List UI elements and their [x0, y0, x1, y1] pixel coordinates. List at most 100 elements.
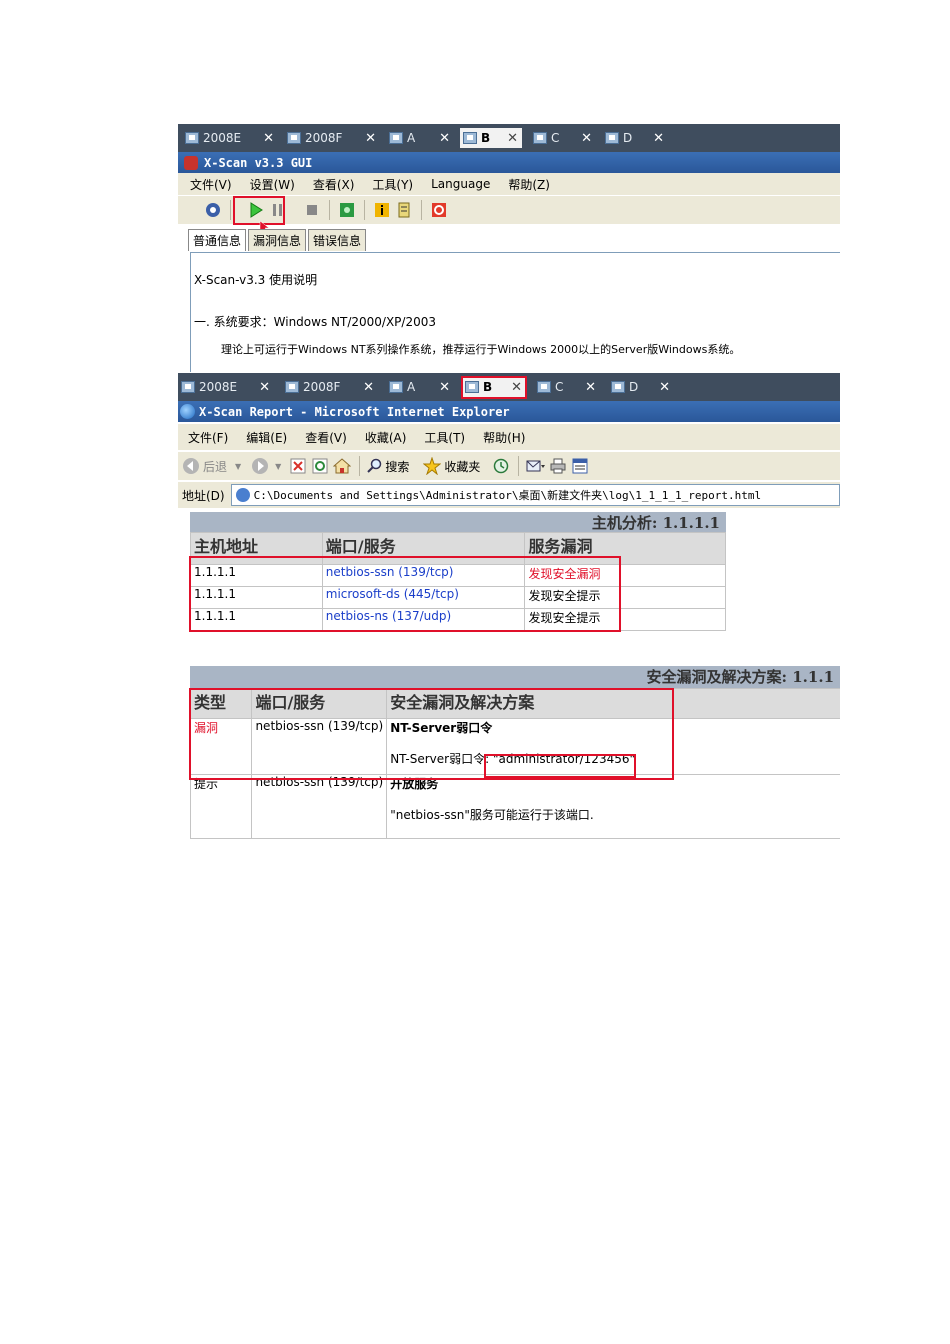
xscan-titlebar: X-Scan v3.3 GUI	[178, 152, 840, 173]
menu-language[interactable]: Language	[431, 177, 490, 191]
ie-report-screenshot: 2008E ✕ 2008F ✕ A ✕ B ✕ C ✕ D ✕ X-Scan Report …	[178, 373, 840, 846]
info-icon	[375, 203, 389, 217]
vm-icon	[285, 381, 299, 393]
window-title: X-Scan Report - Microsoft Internet Explo…	[199, 404, 510, 419]
close-icon[interactable]: ✕	[507, 131, 518, 146]
back-arrow-icon	[183, 458, 199, 474]
menu-favorites[interactable]: 收藏(A)	[365, 429, 407, 446]
vm-tab-2008e[interactable]: 2008E ✕	[178, 377, 274, 397]
vm-tab-c[interactable]: C ✕	[530, 128, 596, 148]
vm-icon	[185, 132, 199, 144]
close-icon[interactable]: ✕	[259, 380, 270, 395]
tab-general-info[interactable]: 普通信息	[188, 229, 247, 251]
close-icon[interactable]: ✕	[365, 131, 376, 146]
menu-help[interactable]: 帮助(H)	[483, 429, 525, 446]
vm-tab-b[interactable]: B ✕	[460, 128, 522, 148]
search-button[interactable]: 搜索	[366, 458, 409, 475]
report-button[interactable]	[393, 200, 415, 220]
star-icon	[423, 457, 442, 475]
history-icon	[494, 458, 509, 474]
menu-edit[interactable]: 编辑(E)	[246, 429, 287, 446]
stop-icon	[290, 458, 306, 474]
forward-button[interactable]: ▼	[251, 457, 281, 475]
vm-tab-2008f[interactable]: 2008F ✕	[282, 377, 378, 397]
menu-file[interactable]: 文件(V)	[190, 176, 232, 193]
vm-icon	[389, 132, 403, 144]
vuln-service: netbios-ssn (139/tcp)	[251, 774, 388, 839]
window-title: X-Scan v3.3 GUI	[204, 155, 313, 170]
table-row: 提示 netbios-ssn (139/tcp) 开放服务 "netbios-s…	[189, 774, 840, 839]
xscan-menubar: 文件(V) 设置(W) 查看(X) 工具(Y) Language 帮助(Z)	[178, 173, 840, 195]
page-icon	[235, 488, 250, 502]
report-icon	[398, 202, 410, 218]
vm-tab-d[interactable]: D ✕	[602, 128, 668, 148]
stop-icon	[307, 205, 317, 215]
vm-icon	[181, 381, 195, 393]
ie-titlebar: X-Scan Report - Microsoft Internet Explo…	[178, 401, 840, 422]
close-icon[interactable]: ✕	[439, 131, 450, 146]
vm-icon	[611, 381, 625, 393]
stop-button[interactable]	[301, 200, 323, 220]
vm-tab-bar: 2008E ✕ 2008F ✕ A ✕ B ✕ C ✕ D ✕	[178, 124, 840, 152]
ie-toolbar: 后退 ▼ ▼ 搜索 收藏夹	[178, 452, 840, 480]
print-button[interactable]	[547, 456, 569, 476]
tab-error-info[interactable]: 错误信息	[308, 229, 367, 251]
tab-vuln-info[interactable]: 漏洞信息	[248, 229, 307, 251]
panel-line: 一. 系统要求：Windows NT/2000/XP/2003	[194, 315, 436, 329]
edit-button[interactable]	[569, 456, 591, 476]
mail-icon	[526, 460, 546, 472]
printer-icon	[550, 458, 566, 474]
stop-button[interactable]	[287, 456, 309, 476]
vm-tab-c[interactable]: C ✕	[534, 377, 600, 397]
menu-tools[interactable]: 工具(Y)	[372, 176, 413, 193]
vm-tab-a[interactable]: A ✕	[386, 128, 454, 148]
back-button[interactable]: 后退 ▼	[182, 457, 241, 475]
history-button[interactable]	[490, 456, 512, 476]
vm-tab-d[interactable]: D ✕	[608, 377, 674, 397]
close-icon[interactable]: ✕	[439, 380, 450, 395]
vm-tab-2008f[interactable]: 2008F ✕	[284, 128, 380, 148]
close-icon[interactable]: ✕	[585, 380, 596, 395]
xscan-info-tabs: 普通信息 漏洞信息 错误信息	[188, 229, 368, 251]
chevron-down-icon: ▼	[235, 461, 242, 471]
ie-menubar: 文件(F) 编辑(E) 查看(V) 收藏(A) 工具(T) 帮助(H)	[178, 424, 840, 450]
plugin-icon	[340, 203, 354, 217]
refresh-button[interactable]	[309, 456, 331, 476]
close-icon[interactable]: ✕	[363, 380, 374, 395]
vuln-detail-value: "netbios-ssn"服务可能运行于该端口.	[390, 808, 594, 822]
vm-icon	[533, 132, 547, 144]
panel-line: X-Scan-v3.3 使用说明	[194, 273, 318, 287]
menu-view[interactable]: 查看(X)	[313, 176, 355, 193]
favorites-button[interactable]: 收藏夹	[423, 457, 480, 475]
address-bar: 地址(D) C:\Documents and Settings\Administ…	[178, 482, 840, 508]
vm-tab-a[interactable]: A ✕	[386, 377, 454, 397]
xscan-app-icon	[184, 155, 198, 170]
menu-help[interactable]: 帮助(Z)	[508, 176, 550, 193]
menu-settings[interactable]: 设置(W)	[250, 176, 295, 193]
address-label: 地址(D)	[182, 488, 225, 503]
xscan-screenshot: 2008E ✕ 2008F ✕ A ✕ B ✕ C ✕ D ✕ X-Scan v3.3 GU…	[178, 124, 840, 372]
menu-file[interactable]: 文件(F)	[188, 429, 228, 446]
vm-icon	[287, 132, 301, 144]
vuln-solution-cell: 开放服务 "netbios-ssn"服务可能运行于该端口.	[386, 774, 840, 839]
ie-app-icon	[180, 404, 195, 419]
home-icon	[333, 458, 352, 474]
close-icon[interactable]: ✕	[581, 131, 592, 146]
menu-tools[interactable]: 工具(T)	[424, 429, 465, 446]
home-button[interactable]	[331, 456, 353, 476]
menu-view[interactable]: 查看(V)	[305, 429, 347, 446]
close-icon[interactable]: ✕	[263, 131, 274, 146]
exit-button[interactable]	[428, 200, 450, 220]
config-button[interactable]	[202, 200, 224, 220]
vm-icon	[463, 132, 477, 144]
panel-line: 理论上可运行于Windows NT系列操作系统，推荐运行于Windows 200…	[221, 343, 741, 356]
close-icon[interactable]: ✕	[659, 380, 670, 395]
vm-tab-2008e[interactable]: 2008E ✕	[182, 128, 278, 148]
plugin-button[interactable]	[336, 200, 358, 220]
info-button[interactable]	[371, 200, 393, 220]
chevron-down-icon: ▼	[275, 461, 282, 471]
address-input[interactable]: C:\Documents and Settings\Administrator\…	[230, 484, 840, 506]
close-icon[interactable]: ✕	[653, 131, 664, 146]
address-url: C:\Documents and Settings\Administrator\…	[253, 489, 762, 502]
mail-button[interactable]	[525, 456, 547, 476]
